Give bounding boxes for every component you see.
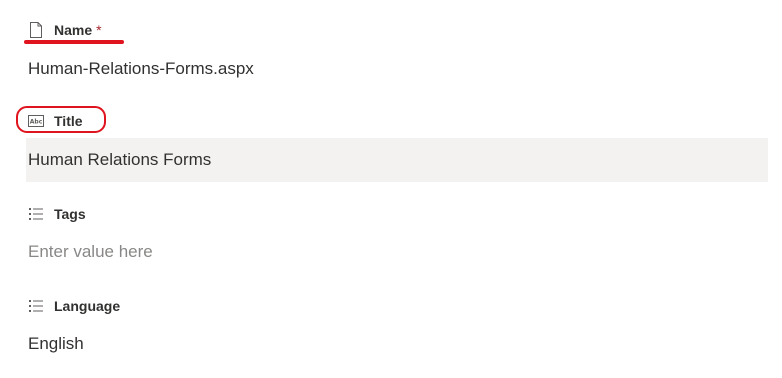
- name-field-label: Name *: [28, 20, 102, 40]
- language-field-value[interactable]: English: [26, 322, 768, 366]
- red-oval-annotation: [16, 106, 106, 133]
- list-icon: [28, 206, 44, 222]
- name-label-text: Name: [54, 22, 93, 38]
- red-underline-annotation: [24, 40, 124, 44]
- list-icon: [28, 298, 44, 314]
- language-label-text: Language: [54, 298, 121, 314]
- required-asterisk: *: [96, 22, 102, 38]
- title-field-value[interactable]: Human Relations Forms: [26, 138, 768, 182]
- document-icon: [28, 22, 44, 38]
- name-field-value[interactable]: Human-Relations-Forms.aspx: [26, 47, 768, 91]
- language-field-label: Language: [28, 296, 120, 316]
- tags-label-text: Tags: [54, 206, 86, 222]
- tags-field-label: Tags: [28, 204, 86, 224]
- properties-panel: Name * Human-Relations-Forms.aspx Abc Tit…: [0, 0, 782, 378]
- tags-field-input[interactable]: Enter value here: [26, 230, 768, 274]
